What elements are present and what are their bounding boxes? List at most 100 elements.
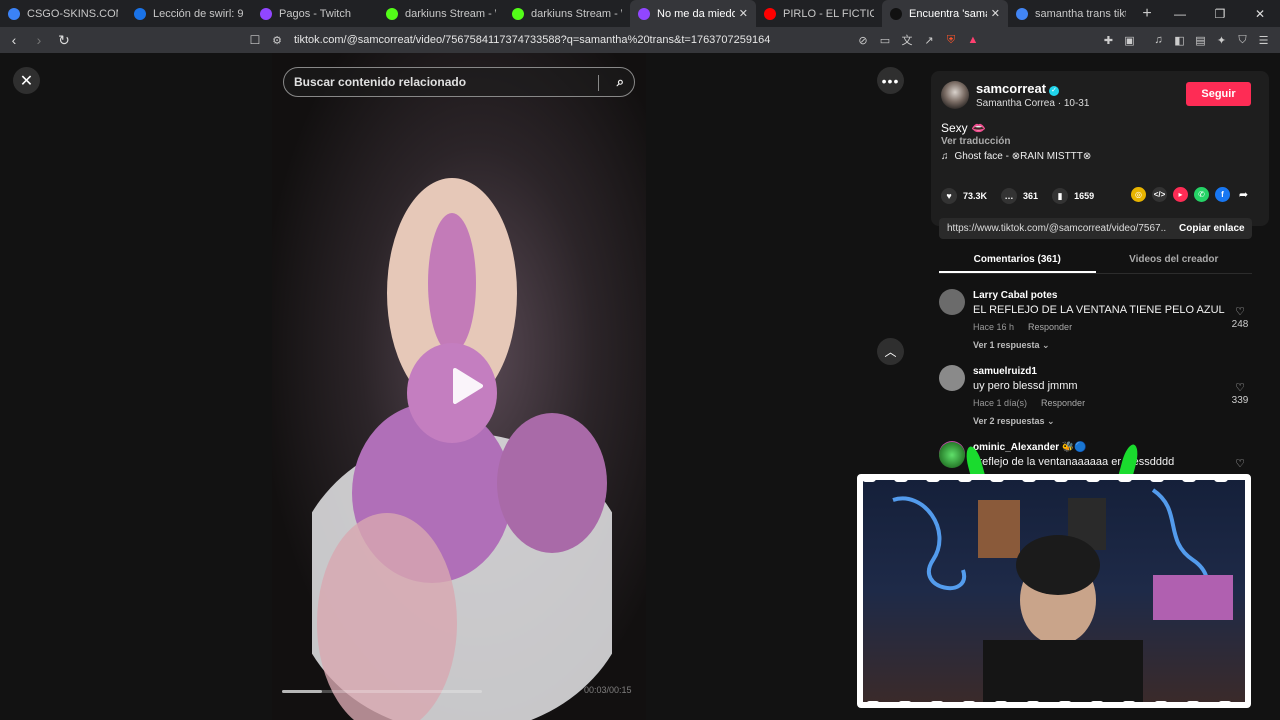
url-text[interactable]: tiktok.com/@samcorreat/video/75675841173… [294,34,770,46]
vpn-icon[interactable]: ⛉ [1232,34,1253,47]
bone-decoration [958,475,972,482]
coin-icon[interactable]: ◎ [1131,187,1146,202]
like-button[interactable]: ♥ 73.3K [941,188,987,204]
sidebar-icon[interactable]: ◧ [1169,34,1190,47]
restore-icon[interactable]: ❐ [1200,7,1240,21]
comment-like-button[interactable]: ♡ 248 [1228,305,1252,330]
menu-icon[interactable]: ☰ [1253,34,1274,47]
comment-text: l reflejo de la ventanaaaaaa er blessddd… [973,456,1175,468]
tab-comments[interactable]: Comentarios (361) [939,250,1096,273]
back-icon[interactable]: ‹ [3,32,25,48]
comment-like-button[interactable]: ♡ 339 [1228,381,1252,406]
search-icon[interactable]: ⌕ [617,74,624,90]
share-page-icon[interactable]: ↗ [918,34,940,47]
avatar[interactable] [939,365,965,391]
video-progress-bar[interactable] [282,690,482,693]
browser-tab[interactable]: No me da miedo - Tw ✕ [630,0,756,27]
bone-decoration [1214,475,1228,482]
wallet-icon[interactable]: ▤ [1190,34,1211,47]
comment-like-button[interactable]: ♡ [1228,457,1252,470]
extensions-icon[interactable]: ✚ [1098,34,1119,47]
close-video-button[interactable]: ✕ [13,67,40,94]
bookmark-icon[interactable]: ☐ [244,33,266,47]
reload-icon[interactable]: ↻ [53,32,75,49]
tab-title: Pagos - Twitch [279,7,351,20]
tab-creator-videos[interactable]: Videos del creador [1096,250,1253,273]
bone-decoration [1186,701,1200,708]
follow-button[interactable]: Seguir [1186,82,1251,106]
minimize-icon[interactable]: — [1160,7,1200,21]
whatsapp-icon[interactable]: ✆ [1194,187,1209,202]
video-progress-fill [282,690,322,693]
video-area: ✕ Buscar contenido relacionado ⌕ 00:03/0… [0,53,918,720]
tab-title: No me da miedo - Tw [657,7,735,20]
browser-tab[interactable]: PIRLO - EL FICTICIO 🐛 [R [756,0,882,27]
more-options-button[interactable]: ••• [877,67,904,94]
related-search-input[interactable]: Buscar contenido relacionado ⌕ [283,67,635,97]
comment-like-count: 248 [1231,319,1249,330]
bone-decoration [1054,475,1068,482]
leo-ai-icon[interactable]: ✦ [1211,34,1232,47]
save-button[interactable]: ▮ 1659 [1052,188,1094,204]
reply-button[interactable]: Responder [1041,398,1085,408]
search-placeholder: Buscar contenido relacionado [294,75,467,89]
avatar[interactable] [939,289,965,315]
site-info-icon[interactable]: ⚙ [266,34,288,47]
bone-decoration [994,701,1008,708]
music-link[interactable]: ♫ Ghost face - ⊗RAIN MISTTT⊗ [941,151,1091,162]
browser-tab[interactable]: darkiuns Stream - Watch L [504,0,630,27]
comment-username[interactable]: Larry Cabal potes [973,290,1057,301]
play-icon[interactable] [445,366,485,406]
bone-decoration [1122,701,1136,708]
video-link[interactable]: https://www.tiktok.com/@samcorreat/video… [939,223,1167,234]
previous-video-button[interactable]: ︿ [877,338,904,365]
embed-icon[interactable]: </> [1152,187,1167,202]
send-icon[interactable]: ▸ [1173,187,1188,202]
cast-icon[interactable]: ▭ [874,34,896,47]
browser-tab-bar: CSGO-SKINS.COM - Los m Lección de swirl: … [0,0,1280,27]
verified-icon: ✓ [1049,86,1060,96]
video-content-figure [312,178,612,720]
screenshot-icon[interactable]: ▣ [1119,34,1140,47]
new-tab-button[interactable]: + [1134,5,1160,23]
browser-tab[interactable]: Lección de swirl: 9. Colore [126,0,252,27]
tab-favicon-icon [260,7,272,20]
brave-rewards-icon[interactable]: ▲ [962,34,984,46]
comment-button[interactable]: … 361 [1001,188,1038,204]
music-note-icon: ♫ [941,151,949,162]
translate-icon[interactable]: 文 [896,32,918,48]
comment-item: samuelruizd1 uy pero blessd jmmm Hace 1 … [939,363,1252,439]
browser-tab[interactable]: Encuentra 'samanth ✕ [882,0,1008,27]
share-arrow-icon[interactable]: ➦ [1236,187,1251,202]
webcam-feed [863,480,1245,702]
browser-tab[interactable]: CSGO-SKINS.COM - Los m [0,0,126,27]
brave-shield-icon[interactable]: ⛨ [940,34,962,47]
comment-username[interactable]: samuelruizd1 [973,366,1037,377]
browser-tab[interactable]: darkiuns Stream - Watch L [378,0,504,27]
tab-favicon-icon [764,7,776,20]
close-tab-icon[interactable]: ✕ [739,7,748,20]
media-icon[interactable]: ♫ [1148,34,1169,46]
author-name[interactable]: samcorreat ✓ [976,81,1060,96]
reply-button[interactable]: Responder [1028,322,1072,332]
facebook-icon[interactable]: f [1215,187,1230,202]
translate-link[interactable]: Ver traducción [941,136,1010,147]
view-replies-button[interactable]: Ver 1 respuesta ⌄ [973,340,1050,351]
bone-decoration [1022,475,1036,482]
close-window-icon[interactable]: ✕ [1240,7,1280,21]
copy-link-button[interactable]: Copiar enlace [1167,223,1245,234]
view-replies-button[interactable]: Ver 2 respuestas ⌄ [973,416,1055,427]
avatar[interactable] [941,81,969,109]
forward-icon[interactable]: › [28,32,50,48]
browser-tab[interactable]: Pagos - Twitch [252,0,378,27]
bone-decoration [930,701,944,708]
video-time: 00:03/00:15 [584,685,632,695]
mute-tab-icon[interactable]: ⊘ [852,34,874,47]
comment-username[interactable]: ominic_Alexander 🐝🔵 [973,442,1087,453]
browser-tab[interactable]: samantha trans tiktokwe [1008,0,1134,27]
music-title: Ghost face - ⊗RAIN MISTTT⊗ [954,151,1092,162]
tab-title: samantha trans tiktokwe [1035,7,1126,20]
close-tab-icon[interactable]: ✕ [991,7,1000,20]
tab-favicon-icon [890,7,902,20]
bone-decoration [1218,701,1232,708]
